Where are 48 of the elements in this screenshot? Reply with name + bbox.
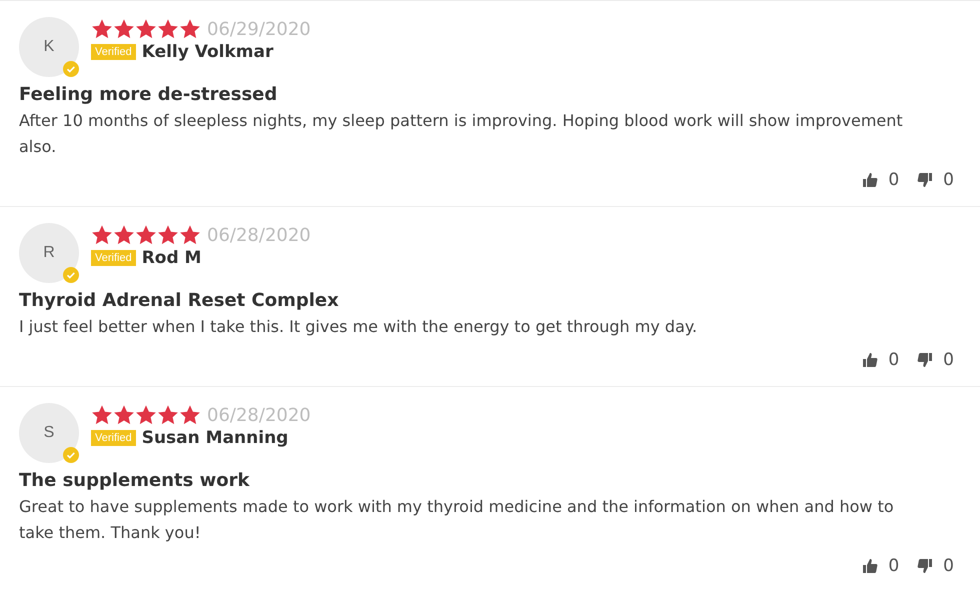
reviewer-name: Susan Manning <box>142 428 288 448</box>
verified-badge: Verified <box>91 430 136 446</box>
star-icon <box>113 224 135 246</box>
verified-badge: Verified <box>91 44 136 60</box>
check-icon <box>63 267 79 283</box>
thumbs-up-icon <box>862 558 878 574</box>
thumbs-down-button[interactable]: 0 <box>917 350 954 370</box>
thumbs-down-button[interactable]: 0 <box>917 556 954 576</box>
star-icon <box>113 18 135 40</box>
thumbs-down-button[interactable]: 0 <box>917 170 954 190</box>
avatar: S <box>19 403 79 463</box>
reviewer-name: Kelly Volkmar <box>142 42 274 62</box>
star-icon <box>179 224 201 246</box>
review-text: After 10 months of sleepless nights, my sleep pattern is improving. Hoping blood work will show improvement also. <box>19 110 904 158</box>
review-title: Thyroid Adrenal Reset Complex <box>19 289 340 313</box>
review-date: 06/29/2020 <box>207 18 311 40</box>
star-icon <box>135 404 157 426</box>
review-text: Great to have supplements made to work with my thyroid medicine and the information on when and how to take them. Thank you! <box>19 496 895 544</box>
review-date: 06/28/2020 <box>207 224 311 246</box>
star-icon <box>157 224 179 246</box>
star-icon <box>91 18 113 40</box>
star-icon <box>91 404 113 426</box>
thumbs-down-icon <box>917 172 934 188</box>
reviewer-name: Rod M <box>142 248 202 268</box>
verified-badge: Verified <box>91 250 136 266</box>
review-date: 06/28/2020 <box>207 404 311 426</box>
star-icon <box>179 404 201 426</box>
avatar: K <box>19 17 79 77</box>
star-icon <box>157 18 179 40</box>
star-icon <box>113 404 135 426</box>
star-icon <box>157 404 179 426</box>
check-icon <box>63 447 79 463</box>
review-title: Feeling more de-stressed <box>19 83 278 107</box>
avatar: R <box>19 223 79 283</box>
star-icon <box>91 224 113 246</box>
star-icon <box>179 18 201 40</box>
review-text: I just feel better when I take this. It gives me with the energy to get through my day. <box>19 316 698 338</box>
review-title: The supplements work <box>19 469 251 493</box>
thumbs-up-icon <box>862 352 878 368</box>
thumbs-up-icon <box>862 172 878 188</box>
thumbs-down-icon <box>917 352 934 368</box>
star-icon <box>135 18 157 40</box>
thumbs-down-icon <box>917 558 934 574</box>
star-icon <box>135 224 157 246</box>
thumbs-up-button[interactable]: 0 <box>862 170 900 190</box>
thumbs-up-button[interactable]: 0 <box>862 556 900 576</box>
thumbs-up-button[interactable]: 0 <box>862 350 900 370</box>
check-icon <box>63 61 79 77</box>
